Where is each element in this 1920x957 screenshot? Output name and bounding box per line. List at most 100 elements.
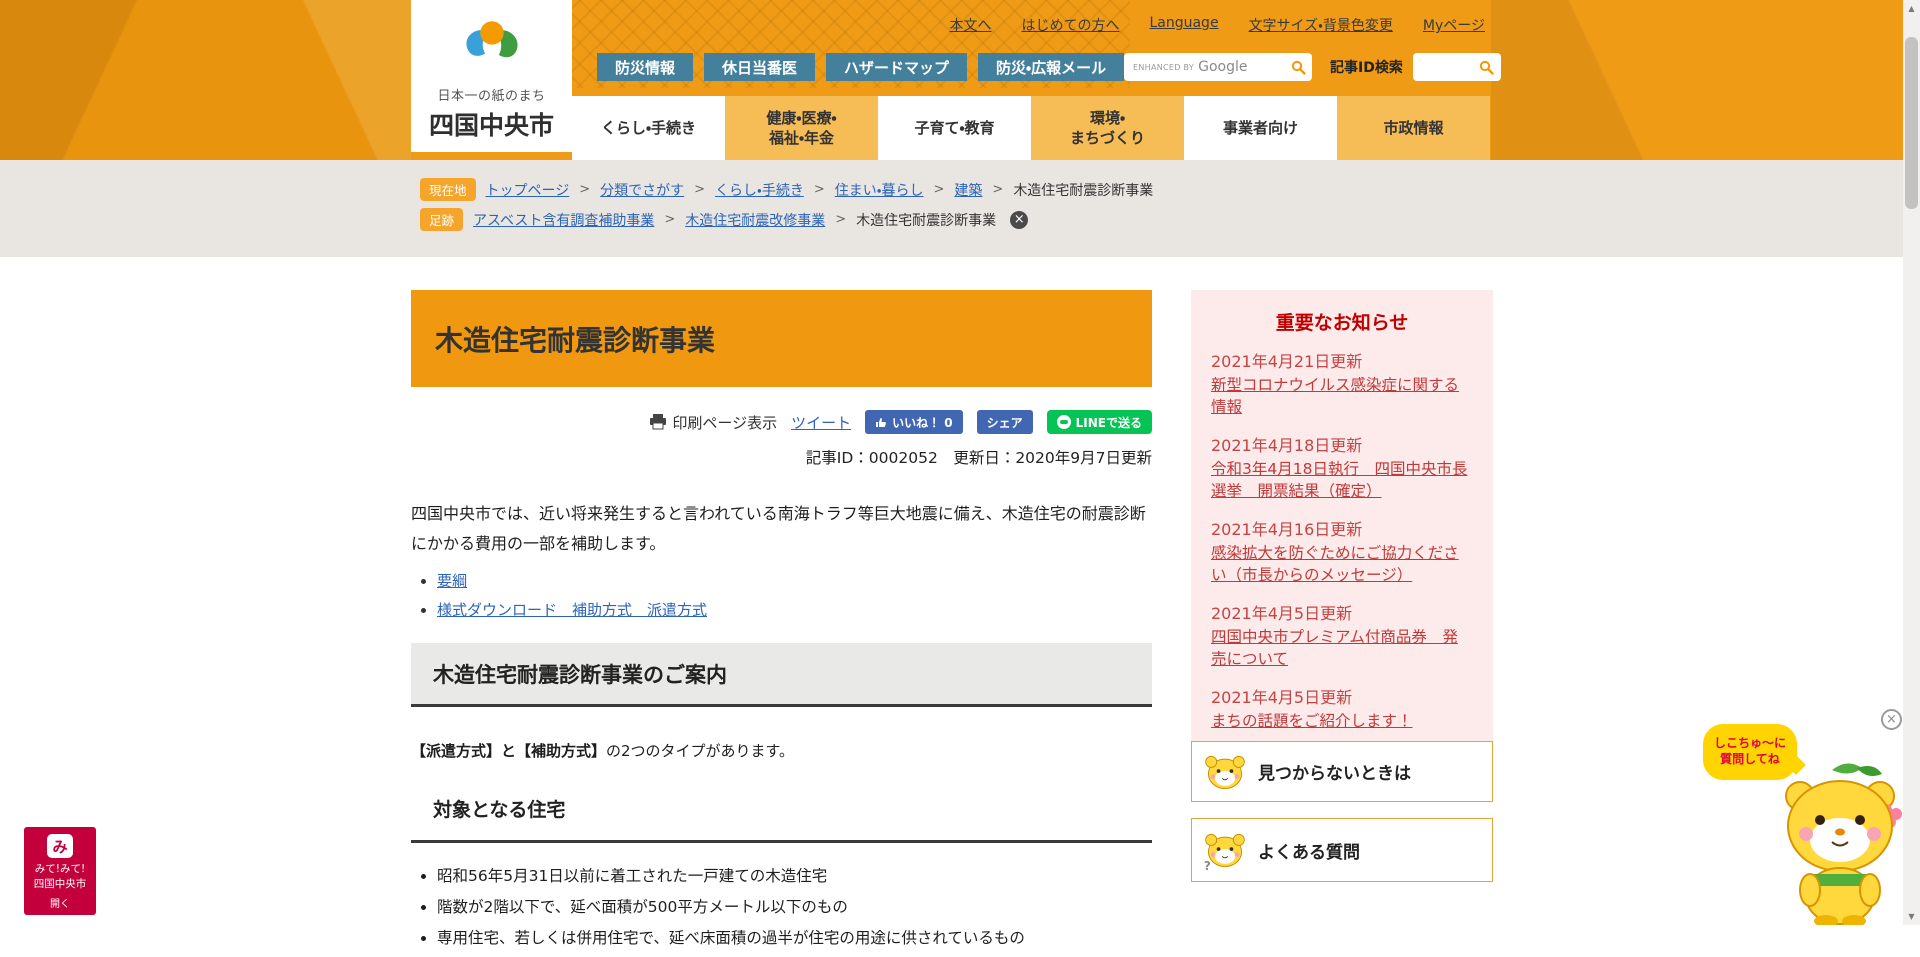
- button-holiday-doctor[interactable]: 休日当番医: [704, 53, 815, 81]
- list-item: 階数が2階以下で、延べ面積が500平方メートル以下のもの: [437, 895, 1157, 917]
- section-title: 木造住宅耐震診断事業のご案内: [433, 659, 727, 689]
- type-note: 【派遣方式】と【補助方式】の2つのタイプがあります。: [411, 740, 794, 761]
- mite-line1: みて!みて!: [35, 862, 85, 877]
- crumb-separator: >: [579, 182, 590, 197]
- mite-mite-widget[interactable]: み みて!みて! 四国中央市 開く: [24, 827, 96, 915]
- list-item: 要綱: [437, 570, 707, 591]
- crumb-separator: >: [664, 212, 675, 227]
- tab-kurashi[interactable]: くらし・手続き: [572, 96, 725, 160]
- notice-date: 2021年4月21日更新: [1211, 348, 1473, 372]
- scrollbar-down-arrow[interactable]: ▼: [1903, 908, 1920, 925]
- search-area: ENHANCED BY Google 記事ID検索: [1124, 53, 1501, 81]
- mascot-question-icon: ?: [1202, 827, 1248, 873]
- crumb-current-page: 木造住宅耐震診断事業: [1013, 180, 1153, 200]
- scrollbar-up-arrow[interactable]: ▲: [1903, 0, 1920, 17]
- notice-date: 2021年4月5日更新: [1211, 684, 1473, 708]
- page-title: 木造住宅耐震診断事業: [435, 319, 715, 359]
- line-icon: [1057, 415, 1071, 429]
- facebook-share-label: シェア: [987, 414, 1023, 431]
- footprint-asbestos[interactable]: アスベスト含有調査補助事業: [473, 210, 654, 230]
- button-disaster-info[interactable]: 防災情報: [597, 53, 693, 81]
- site-logo[interactable]: 日本一の紙のまち 四国中央市: [411, 0, 572, 152]
- footprint-current: 木造住宅耐震診断事業: [856, 210, 996, 230]
- print-page-label: 印刷ページ表示: [672, 412, 777, 433]
- utility-link-first-time[interactable]: はじめての方へ: [1021, 15, 1119, 35]
- scrollbar: ▲ ▼: [1903, 0, 1920, 925]
- breadcrumb-band: 現在地 トップページ > 分類でさがす > くらし・手続き > 住まい・暮らし …: [0, 160, 1920, 257]
- crumb-separator: >: [814, 182, 825, 197]
- quick-buttons: 防災情報 休日当番医 ハザードマップ 防災・広報メール: [597, 53, 1124, 81]
- crumb-top-page[interactable]: トップページ: [486, 180, 570, 200]
- main-nav: くらし・手続き 健康・医療・ 福祉・年金 子育て・教育 環境・ まちづくり 事業…: [572, 96, 1490, 160]
- utility-link-mypage[interactable]: Myページ: [1423, 15, 1485, 35]
- utility-link-main-content[interactable]: 本文へ: [949, 15, 991, 35]
- tab-jigyosha[interactable]: 事業者向け: [1184, 96, 1337, 160]
- button-hazard-map[interactable]: ハザードマップ: [826, 53, 967, 81]
- tab-shisei[interactable]: 市政情報: [1337, 96, 1490, 160]
- search-google-label: Google: [1198, 59, 1291, 75]
- list-item: 昭和56年5月31日以前に着工された一戸建ての木造住宅: [437, 864, 1157, 886]
- article-title-banner: 木造住宅耐震診断事業: [411, 290, 1152, 387]
- facebook-share-button[interactable]: シェア: [977, 410, 1033, 434]
- utility-link-language[interactable]: Language: [1149, 15, 1218, 35]
- crumb-sumai[interactable]: 住まい・暮らし: [835, 180, 924, 200]
- line-share-button[interactable]: LINEで送る: [1047, 410, 1152, 434]
- svg-text:?: ?: [1204, 859, 1211, 873]
- tab-kosodate[interactable]: 子育て・教育: [878, 96, 1031, 160]
- tab-kankyo[interactable]: 環境・ まちづくり: [1031, 96, 1184, 160]
- mite-line2: 四国中央市: [34, 877, 87, 892]
- notice-link-mayor-message[interactable]: 感染拡大を防ぐためにご協力ください（市長からのメッセージ）: [1211, 542, 1473, 587]
- line-share-label: LINEで送る: [1076, 414, 1142, 431]
- article-id-search-icon[interactable]: [1479, 60, 1494, 75]
- help-box[interactable]: 見つからないときは: [1191, 741, 1493, 802]
- header-left-decoration: [0, 0, 411, 160]
- mascot-shikochan[interactable]: [1762, 758, 1912, 925]
- link-yoko[interactable]: 要綱: [437, 572, 467, 590]
- print-page-button[interactable]: 印刷ページ表示: [649, 412, 777, 433]
- notice-date: 2021年4月18日更新: [1211, 432, 1473, 456]
- article-intro: 四国中央市では、近い将来発生すると言われている南海トラフ等巨大地震に備え、木造住…: [411, 499, 1156, 558]
- utility-link-font-size[interactable]: 文字サイズ・背景色変更: [1249, 15, 1393, 35]
- document-link-list: 要綱 様式ダウンロード 補助方式 派遣方式: [437, 570, 707, 628]
- crumb-category[interactable]: 分類でさがす: [600, 180, 684, 200]
- faq-box-label: よくある質問: [1258, 838, 1360, 863]
- logo-tagline: 日本一の紙のまち: [437, 85, 545, 104]
- article-meta: 記事ID：0002052 更新日：2020年9月7日更新: [411, 446, 1152, 468]
- list-item: 様式ダウンロード 補助方式 派遣方式: [437, 599, 707, 620]
- scrollbar-thumb[interactable]: [1905, 37, 1918, 209]
- google-search-input[interactable]: ENHANCED BY Google: [1124, 53, 1312, 81]
- crumb-kenchiku[interactable]: 建築: [954, 180, 982, 200]
- social-row: 印刷ページ表示 ツイート いいね！ 0 シェア LINEで送る: [411, 409, 1152, 435]
- search-icon[interactable]: [1291, 60, 1306, 75]
- crumb-separator: >: [694, 182, 705, 197]
- crumb-separator: >: [835, 212, 846, 227]
- facebook-like-button[interactable]: いいね！ 0: [865, 410, 963, 434]
- link-download-forms[interactable]: 様式ダウンロード 補助方式 派遣方式: [437, 601, 707, 619]
- notice-link-covid[interactable]: 新型コロナウイルス感染症に関する情報: [1211, 374, 1473, 419]
- footprint-kaishu[interactable]: 木造住宅耐震改修事業: [685, 210, 825, 230]
- tweet-link[interactable]: ツイート: [791, 412, 851, 433]
- mascot-close-icon[interactable]: ×: [1881, 709, 1902, 730]
- mascot-icon: [1202, 749, 1248, 795]
- button-disaster-mail[interactable]: 防災・広報メール: [978, 53, 1124, 81]
- footprint-badge: 足跡: [420, 208, 463, 231]
- notice-link-premium-voucher[interactable]: 四国中央市プレミアム付商品券 発売について: [1211, 626, 1473, 671]
- breadcrumb: 現在地 トップページ > 分類でさがす > くらし・手続き > 住まい・暮らし …: [420, 178, 1920, 201]
- type-note-bold: 【派遣方式】と【補助方式】: [411, 742, 606, 760]
- type-note-rest: の2つのタイプがあります。: [606, 742, 794, 760]
- search-enhanced-by-label: ENHANCED BY: [1133, 63, 1194, 72]
- notice-link-election[interactable]: 令和3年4月18日執行 四国中央市長選挙 開票結果（確定）: [1211, 458, 1473, 503]
- facebook-like-label: いいね！ 0: [892, 414, 953, 431]
- utility-nav: 本文へ はじめての方へ Language 文字サイズ・背景色変更 Myページ: [949, 15, 1485, 35]
- subsection-title: 対象となる住宅: [433, 795, 565, 822]
- section-header: 木造住宅耐震診断事業のご案内: [411, 643, 1152, 707]
- article-id-search-input[interactable]: [1413, 53, 1501, 81]
- help-box-label: 見つからないときは: [1258, 759, 1411, 784]
- crumb-kurashi[interactable]: くらし・手続き: [715, 180, 804, 200]
- tab-kenko[interactable]: 健康・医療・ 福祉・年金: [725, 96, 878, 160]
- list-item: 専用住宅、若しくは併用住宅で、延べ床面積の過半が住宅の用途に供されているもの: [437, 926, 1157, 948]
- footprint-close-icon[interactable]: ×: [1010, 211, 1028, 229]
- mite-mite-logo-icon: み: [47, 834, 73, 858]
- faq-box[interactable]: ? よくある質問: [1191, 818, 1493, 882]
- notice-link-town-topics[interactable]: まちの話題をご紹介します！: [1211, 710, 1473, 732]
